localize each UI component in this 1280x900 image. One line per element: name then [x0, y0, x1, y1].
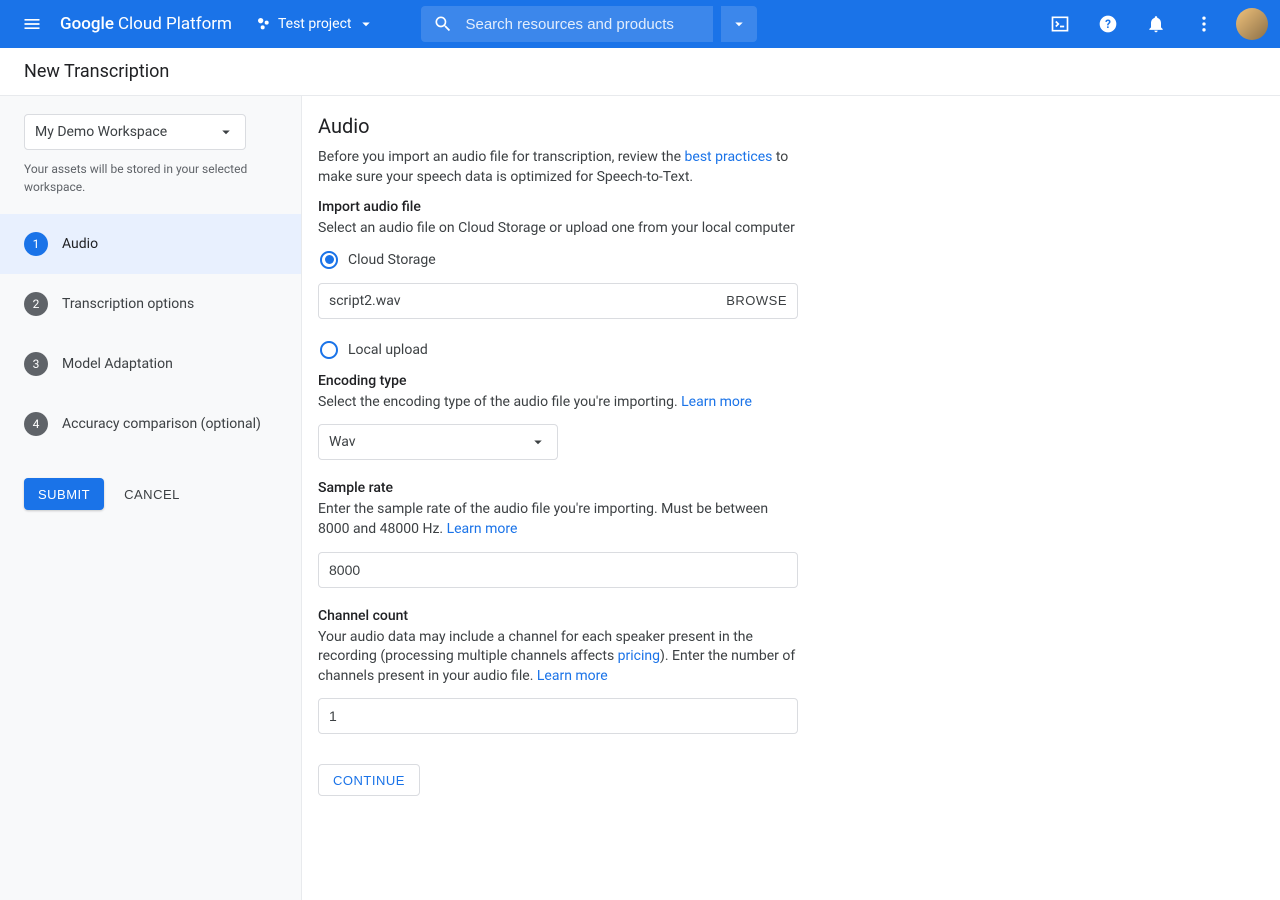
step-transcription-options[interactable]: 2 Transcription options [0, 274, 301, 334]
cancel-button[interactable]: CANCEL [124, 487, 180, 502]
svg-text:?: ? [1105, 17, 1111, 31]
import-help: Select an audio file on Cloud Storage or… [318, 219, 798, 239]
browse-button[interactable]: BROWSE [726, 293, 787, 308]
step-number: 1 [24, 232, 48, 256]
channel-count-input[interactable] [318, 698, 798, 734]
hamburger-menu-icon[interactable] [12, 4, 52, 44]
platform-logo[interactable]: Google Cloud Platform [60, 14, 232, 34]
channel-count-heading: Channel count [318, 608, 1256, 624]
notifications-icon[interactable] [1136, 4, 1176, 44]
sidebar: My Demo Workspace Your assets will be st… [0, 96, 302, 900]
cloud-file-value: script2.wav [329, 293, 401, 309]
chevron-down-icon [529, 433, 547, 451]
section-title: Audio [318, 114, 1256, 138]
radio-icon [320, 251, 338, 269]
step-label: Model Adaptation [62, 356, 173, 372]
page-title: New Transcription [24, 61, 169, 82]
channel-count-help: Your audio data may include a channel fo… [318, 628, 798, 687]
radio-label: Local upload [348, 342, 428, 358]
project-icon [256, 16, 272, 32]
workspace-help-text: Your assets will be stored in your selec… [24, 160, 277, 196]
top-nav-bar: Google Cloud Platform Test project ? [0, 0, 1280, 48]
chevron-down-icon [217, 123, 235, 141]
user-avatar[interactable] [1236, 8, 1268, 40]
radio-cloud-storage[interactable]: Cloud Storage [320, 251, 1256, 269]
import-heading: Import audio file [318, 199, 1256, 215]
chevron-down-icon [357, 15, 375, 33]
sample-rate-heading: Sample rate [318, 480, 1256, 496]
continue-button[interactable]: CONTINUE [318, 764, 420, 796]
sample-rate-input[interactable] [318, 552, 798, 588]
step-model-adaptation[interactable]: 3 Model Adaptation [0, 334, 301, 394]
best-practices-link[interactable]: best practices [685, 149, 773, 165]
logo-text-bold: Google [60, 14, 114, 34]
encoding-select[interactable]: Wav [318, 424, 558, 460]
step-label: Accuracy comparison (optional) [62, 416, 261, 432]
workspace-select[interactable]: My Demo Workspace [24, 114, 246, 150]
pricing-link[interactable]: pricing [618, 648, 660, 664]
cloud-shell-icon[interactable] [1040, 4, 1080, 44]
radio-label: Cloud Storage [348, 252, 436, 268]
search-input[interactable] [465, 16, 700, 33]
step-label: Audio [62, 236, 98, 252]
step-number: 2 [24, 292, 48, 316]
more-vert-icon[interactable] [1184, 4, 1224, 44]
submit-button[interactable]: SUBMIT [24, 478, 104, 510]
encoding-value: Wav [329, 434, 356, 450]
radio-local-upload[interactable]: Local upload [320, 341, 1256, 359]
sample-rate-help: Enter the sample rate of the audio file … [318, 500, 798, 539]
step-number: 3 [24, 352, 48, 376]
project-picker[interactable]: Test project [246, 6, 386, 42]
search-box[interactable] [421, 6, 712, 42]
channel-learn-more-link[interactable]: Learn more [537, 668, 608, 684]
step-audio[interactable]: 1 Audio [0, 214, 301, 274]
cloud-file-field[interactable]: script2.wav BROWSE [318, 283, 798, 319]
workspace-selected-label: My Demo Workspace [35, 124, 167, 140]
search-dropdown[interactable] [721, 6, 757, 42]
search-icon [433, 14, 453, 34]
main-form: Audio Before you import an audio file fo… [302, 96, 1280, 900]
logo-text-rest: Cloud Platform [118, 14, 232, 34]
project-name: Test project [278, 16, 352, 32]
step-accuracy-comparison[interactable]: 4 Accuracy comparison (optional) [0, 394, 301, 454]
encoding-help: Select the encoding type of the audio fi… [318, 393, 798, 413]
help-icon[interactable]: ? [1088, 4, 1128, 44]
radio-icon [320, 341, 338, 359]
step-label: Transcription options [62, 296, 194, 312]
content: My Demo Workspace Your assets will be st… [0, 96, 1280, 900]
encoding-learn-more-link[interactable]: Learn more [681, 394, 752, 410]
intro-text: Before you import an audio file for tran… [318, 148, 798, 187]
page-header: New Transcription [0, 48, 1280, 96]
encoding-heading: Encoding type [318, 373, 1256, 389]
step-number: 4 [24, 412, 48, 436]
chevron-down-icon [730, 15, 748, 33]
sample-learn-more-link[interactable]: Learn more [447, 521, 518, 537]
